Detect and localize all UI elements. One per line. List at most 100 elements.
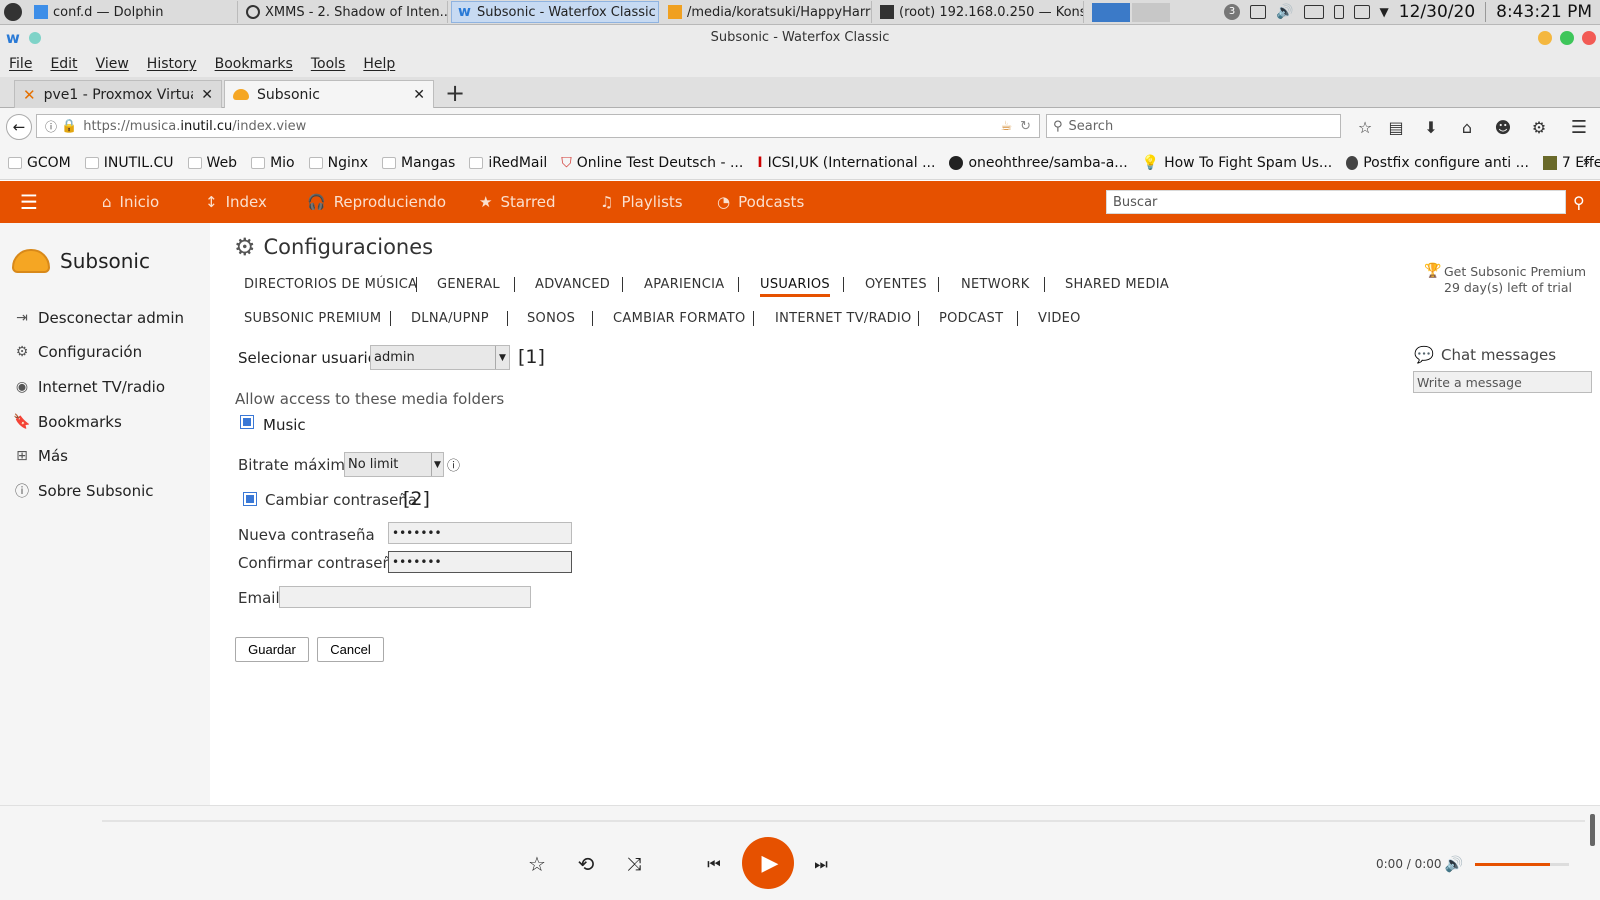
menu-view[interactable]: View: [96, 56, 129, 72]
task-dolphin[interactable]: conf.d — Dolphin: [28, 1, 238, 23]
sidebar-item-logout[interactable]: ⇥ Desconectar admin: [14, 309, 184, 327]
sidebar-item-radio[interactable]: ◉ Internet TV/radio: [14, 378, 165, 396]
reading-list-icon[interactable]: ▤: [1387, 118, 1405, 137]
menu-history[interactable]: History: [147, 56, 197, 72]
minimize-button[interactable]: [1538, 31, 1552, 45]
volume-icon[interactable]: 🔊: [1443, 854, 1465, 874]
battery-icon[interactable]: [1303, 5, 1324, 19]
sidebar-item-more[interactable]: ⊞ Más: [14, 447, 68, 465]
scrollbar-thumb[interactable]: [1590, 814, 1595, 846]
tab-close-icon[interactable]: ✕: [413, 87, 425, 103]
bookmark-item[interactable]: iRedMail: [469, 155, 547, 171]
play-button[interactable]: ▶: [742, 837, 794, 889]
menu-help[interactable]: Help: [363, 56, 395, 72]
tab-video[interactable]: VIDEO: [1038, 311, 1081, 326]
tab-subsonic[interactable]: Subsonic ✕: [224, 80, 434, 108]
chat-message-input[interactable]: Write a message: [1413, 371, 1592, 393]
bookmark-item[interactable]: Nginx: [308, 155, 368, 171]
new-password-field[interactable]: •••••••: [388, 522, 572, 544]
tab-appearance[interactable]: APARIENCIA: [644, 277, 724, 292]
task-waterfox[interactable]: w Subsonic - Waterfox Classic: [451, 1, 659, 23]
kde-launcher-icon[interactable]: [4, 3, 22, 21]
repeat-icon[interactable]: ⟲: [575, 852, 597, 876]
sidebar-item-settings[interactable]: ⚙ Configuración: [14, 343, 142, 361]
save-button[interactable]: Guardar: [235, 637, 309, 662]
clock-time[interactable]: 8:43:21 PM: [1496, 2, 1592, 22]
tab-general[interactable]: GENERAL: [437, 277, 500, 292]
next-track-icon[interactable]: ⏭: [810, 853, 832, 875]
maximize-button[interactable]: [1560, 31, 1574, 45]
bookmark-item[interactable]: Postfix configure anti ...: [1346, 155, 1529, 171]
url-bar[interactable]: ⓘ 🔒 https://musica. inutil.cu/index.view …: [36, 114, 1040, 138]
bookmark-item[interactable]: Web: [187, 155, 237, 171]
hamburger-menu-icon[interactable]: ☰: [1570, 117, 1588, 138]
nav-index[interactable]: ↕ Index: [205, 181, 267, 223]
star-icon[interactable]: ☆: [526, 852, 548, 876]
brand[interactable]: Subsonic: [12, 249, 150, 273]
bookmark-item[interactable]: GCOM: [8, 155, 71, 171]
shuffle-icon[interactable]: ⤨: [623, 853, 645, 875]
sidebar-item-bookmarks[interactable]: 🔖 Bookmarks: [13, 413, 122, 431]
nav-playlists[interactable]: ♫ Playlists: [600, 181, 683, 223]
reload-icon[interactable]: ↻: [1020, 119, 1031, 134]
tab-podcast[interactable]: PODCAST: [939, 311, 1003, 326]
user-select[interactable]: admin ▼: [370, 345, 510, 370]
info-icon[interactable]: ⓘ: [447, 455, 460, 474]
premium-link[interactable]: Get Subsonic Premium: [1444, 264, 1586, 279]
progress-track[interactable]: [102, 820, 1585, 822]
tab-users-active[interactable]: USUARIOS: [760, 277, 830, 297]
tray-expand-icon[interactable]: ▼: [1380, 5, 1389, 19]
previous-track-icon[interactable]: ⏮: [703, 853, 725, 875]
volume-slider[interactable]: [1475, 863, 1569, 866]
bookmark-item[interactable]: I ICSI,UK (International ...: [757, 155, 935, 171]
volume-icon[interactable]: 🔊: [1276, 4, 1293, 20]
tab-music-folders[interactable]: DIRECTORIOS DE MÚSICA: [244, 277, 417, 292]
java-icon[interactable]: ☕: [1000, 119, 1012, 134]
bitrate-select[interactable]: No limit ▼: [344, 452, 444, 477]
menu-toggle-icon[interactable]: ☰: [20, 181, 38, 223]
bookmark-item[interactable]: oneohthree/samba-a...: [949, 155, 1128, 171]
subsonic-search-input[interactable]: Buscar: [1106, 190, 1566, 214]
tab-premium[interactable]: SUBSONIC PREMIUM: [244, 311, 381, 326]
bookmark-item[interactable]: 7 Effective Tips for Bl...: [1542, 155, 1600, 171]
usb-icon[interactable]: [1333, 5, 1344, 19]
nav-reproduciendo[interactable]: 🎧 Reproduciendo: [307, 181, 446, 223]
tab-transcoding[interactable]: CAMBIAR FORMATO: [613, 311, 746, 326]
tab-proxmox[interactable]: ✕ pve1 - Proxmox Virtual E ✕: [14, 80, 222, 108]
bookmark-item[interactable]: Mio: [251, 155, 295, 171]
bookmark-star-icon[interactable]: ☆: [1356, 118, 1374, 137]
bookmark-item[interactable]: 💡 How To Fight Spam Us...: [1142, 155, 1333, 171]
download-icon[interactable]: ⬇: [1422, 118, 1440, 137]
new-tab-icon[interactable]: +: [445, 79, 465, 107]
change-password-checkbox[interactable]: [243, 492, 257, 506]
settings-gear-icon[interactable]: ⚙: [1530, 118, 1548, 137]
tab-internet-radio[interactable]: INTERNET TV/RADIO: [775, 311, 912, 326]
menu-bookmarks[interactable]: Bookmarks: [215, 56, 293, 72]
clipboard-icon[interactable]: [1250, 5, 1267, 19]
network-icon[interactable]: [1353, 5, 1370, 19]
web-search-input[interactable]: ⚲ Search: [1046, 114, 1341, 138]
tab-listeners[interactable]: OYENTES: [865, 277, 927, 292]
clock-date[interactable]: 12/30/20: [1399, 2, 1475, 22]
search-icon[interactable]: ⚲: [1573, 181, 1585, 223]
info-icon[interactable]: ⓘ: [45, 118, 57, 135]
tab-network[interactable]: NETWORK: [961, 277, 1030, 292]
window-pin-icon[interactable]: [29, 32, 41, 44]
tab-sonos[interactable]: SONOS: [527, 311, 575, 326]
extension-icon[interactable]: ☻: [1494, 118, 1512, 137]
close-button[interactable]: [1582, 31, 1596, 45]
email-field[interactable]: [279, 586, 531, 608]
bookmark-item[interactable]: Mangas: [382, 155, 455, 171]
nav-podcasts[interactable]: ◔ Podcasts: [717, 181, 804, 223]
bookmark-item[interactable]: ⛉ Online Test Deutsch - ...: [561, 155, 743, 171]
bookmark-item[interactable]: INUTIL.CU: [84, 155, 174, 171]
tab-advanced[interactable]: ADVANCED: [535, 277, 610, 292]
cancel-button[interactable]: Cancel: [317, 637, 384, 662]
pager-desktop-2[interactable]: [1132, 3, 1170, 22]
confirm-password-field[interactable]: •••••••: [388, 551, 572, 573]
tab-dlna[interactable]: DLNA/UPNP: [411, 311, 489, 326]
menu-file[interactable]: File: [9, 56, 32, 72]
music-folder-checkbox[interactable]: [240, 415, 254, 429]
back-button[interactable]: ←: [6, 114, 32, 140]
task-konsole[interactable]: (root) 192.168.0.250 — Konso...: [874, 1, 1084, 23]
